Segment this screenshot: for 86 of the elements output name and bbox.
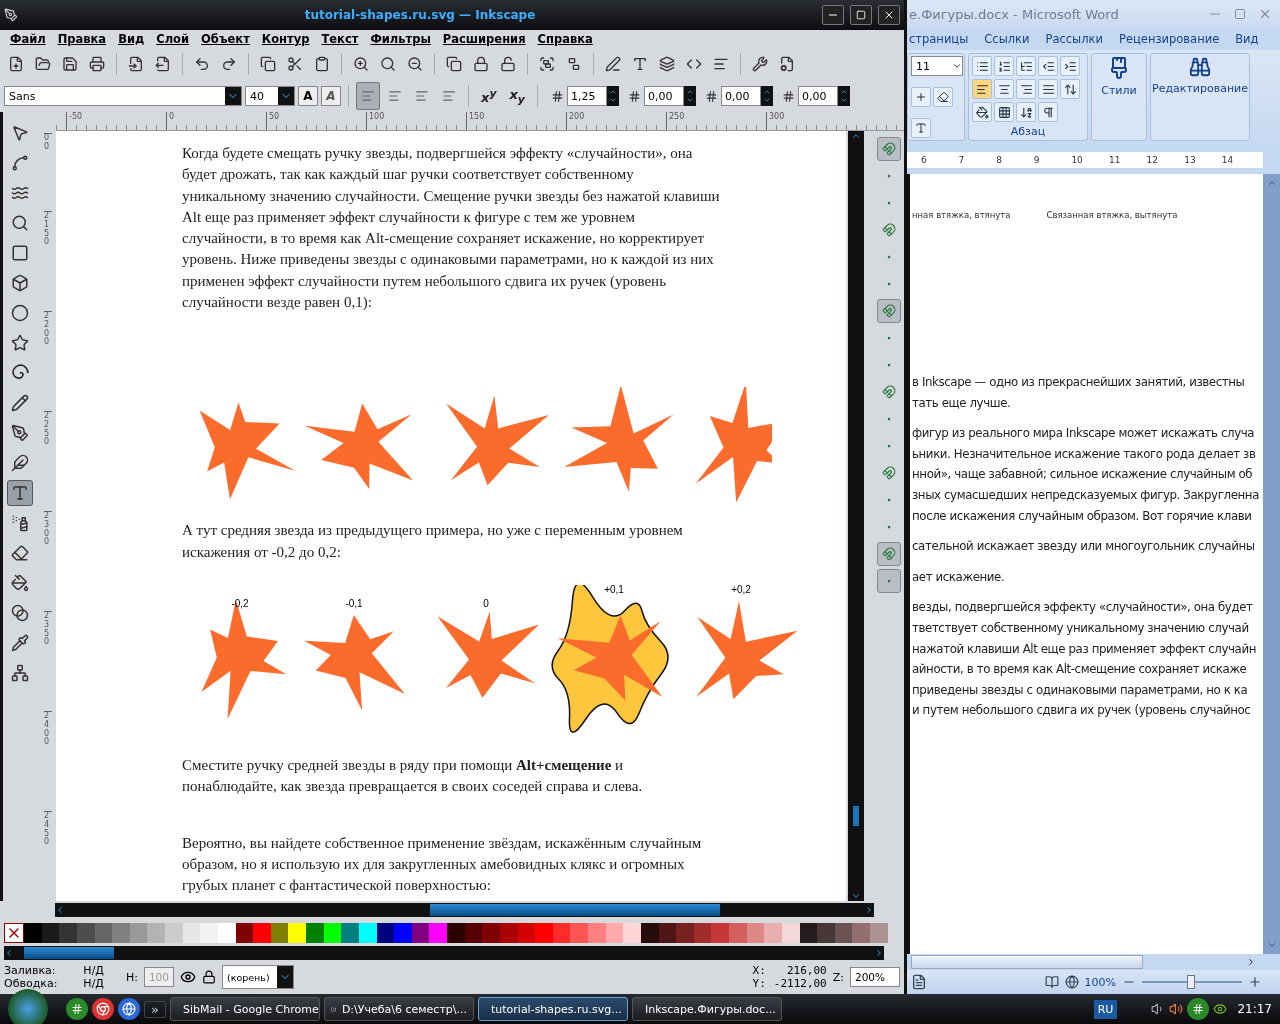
- zoom-field[interactable]: 200%: [850, 967, 900, 987]
- paragraph: А тут средняя звезда из предыдущего примера, но уже с переменным уровнем искажения от -0,2 до 0,2:: [182, 521, 684, 562]
- ruler-label: 00: [44, 133, 52, 211]
- paragraph: Вероятно, вы найдете собственное применение звёздам, искажённым случайным образом, но я использую их для закругленных амебовидных клякс и огромных грубых планет с фантастической поверхностью:: [182, 833, 703, 896]
- star-label: -0,1: [345, 597, 363, 609]
- stroke-value: Н/Д: [83, 977, 104, 990]
- fill-value: Н/Д: [83, 964, 104, 977]
- h-label: H:: [125, 970, 138, 984]
- window-title: е.Фигуры.docx - Microsoft Word: [909, 6, 1120, 22]
- stroke-label: Обводка:: [4, 977, 58, 990]
- ruler-label: 13: [1184, 155, 1197, 165]
- ruler-label: 100: [366, 112, 466, 130]
- ruler-label: 300: [766, 112, 866, 130]
- fill-label: Заливка:: [4, 964, 57, 977]
- caption: Связанная втяжка, вытянута: [1046, 210, 1178, 220]
- menu-item[interactable]: Правка: [53, 32, 115, 46]
- layer-dropdown[interactable]: (корень): [221, 965, 294, 989]
- clock: 21:17: [1237, 1002, 1272, 1016]
- paragraph: ает искажение.: [912, 568, 1006, 586]
- menu-item[interactable]: Файл: [6, 32, 54, 46]
- ruler-label: 2300: [44, 511, 52, 611]
- taskbar-button[interactable]: Inkscape.Фигуры.doc...: [631, 997, 782, 1021]
- caption: нная втяжка, втянута: [912, 210, 1011, 220]
- zoom-label: Z:: [832, 970, 844, 984]
- y-label: Y:: [752, 977, 766, 990]
- ruler-label: 250: [666, 112, 766, 130]
- ruler-label: 2200: [44, 311, 52, 411]
- ruler-label: 11: [1108, 155, 1122, 165]
- paragraph: Когда будете смещать ручку звезды, подвергшейся эффекту «случайности», она будет дрожать, так как каждый шаг ручки соответствует собственному уникальному значению случайности. Смещение ручки звезды без нажатой клавиши Alt еще раз применяет эффект случайности к фигуре с тем же уровнем случайности, в то время как Alt-смещение сохраняет искажение, но корректирует уровень. Ниже приведены звезды с одинаковыми параметрами, но к каждой из них применен эффект случайности путем небольшого сдвига их ручек (уровень случайности везде равен 0,1):: [182, 144, 721, 313]
- font-family-field[interactable]: Sans: [4, 86, 242, 106]
- ruler-label: 150: [466, 112, 566, 130]
- more-button[interactable]: »: [144, 1000, 166, 1018]
- x-label: X:: [752, 964, 766, 977]
- ruler-label: 2400: [44, 711, 52, 811]
- paragraph: фигур из реального мира Inkscape может искажать случа ьники. Незначительное искажение такого рода делает зв нной», чаще забавной; сильное искажение случайным об зных сумасшедших непредсказуемых фигур. Закругленна после искажения случайным образом. Вот горячие клави: [912, 425, 1260, 525]
- star-label: +0,2: [731, 584, 751, 595]
- ruler-label: 12: [1146, 155, 1159, 165]
- ribbon-tab[interactable]: Рассылки: [1045, 32, 1103, 46]
- ruler-label: 2250: [44, 411, 52, 511]
- taskbar-button[interactable]: D:\Учеба\6 семестр\...: [323, 997, 474, 1021]
- ruler-label: 0: [166, 112, 266, 130]
- ribbon-tab[interactable]: Вид: [1235, 32, 1259, 46]
- superscript-button[interactable]: x$^{y}$: [476, 86, 502, 106]
- paragraph: в Inkscape — одно из прекраснейших занятий, известны тать еще лучше.: [912, 374, 1246, 412]
- star-label: 0: [483, 597, 489, 609]
- ruler-label: 14: [1221, 155, 1235, 165]
- menu-item[interactable]: Вид: [114, 32, 153, 46]
- ribbon-tab[interactable]: Рецензирование: [1118, 32, 1220, 46]
- taskbar-button[interactable]: tutorial-shapes.ru.svg...: [477, 997, 628, 1021]
- ruler-label: 2150: [44, 211, 52, 311]
- window-title: tutorial-shapes.ru.svg — Inkscape: [303, 8, 537, 22]
- menu-item[interactable]: Справка: [533, 32, 601, 46]
- ruler-label: 200: [566, 112, 666, 130]
- font-size-field[interactable]: 11: [911, 56, 963, 76]
- font-size-field[interactable]: 40: [245, 86, 295, 106]
- ruler-label: 2450: [44, 811, 52, 911]
- language-indicator[interactable]: RU: [1093, 999, 1118, 1019]
- menu-item[interactable]: Контур: [257, 32, 318, 46]
- ruler-label: 10: [1071, 155, 1084, 165]
- menu-item[interactable]: Расширения: [438, 32, 534, 46]
- group-label: Абзац: [1009, 125, 1047, 138]
- ruler-label: -50: [66, 112, 166, 130]
- star-label: +0,1: [604, 584, 624, 595]
- menu-item[interactable]: Слой: [152, 32, 198, 46]
- bold-button[interactable]: A: [298, 86, 318, 106]
- paragraph: Сместите ручку средней звезды в ряду при помощи Alt+смещение и понаблюдайте, как звезда превращается в своих соседей справа и слева.: [182, 755, 644, 797]
- paragraph: везды, подвергшейся эффекту «случайности», она будет тветствует собственному уникальному значению случай нажатой клавиши Alt еще раз применяет эффект случайн айности, в то время как Alt-смещение сохраняет искаже приведены звезды с одинаковыми параметрами, но к ка и путем небольшого сдвига их ручек (уровень случайнос: [912, 599, 1258, 720]
- paragraph: сательной искажает звезду или многоугольник случайны: [912, 538, 1256, 556]
- ribbon-tab[interactable]: страницы: [909, 32, 969, 46]
- menu-item[interactable]: Объект: [197, 32, 258, 46]
- ruler-label: 7: [958, 155, 966, 165]
- menu-item[interactable]: Текст: [317, 32, 367, 46]
- x-coordinate: 216,00: [786, 964, 827, 977]
- star-label: -0,2: [231, 597, 249, 609]
- ruler-label: 50: [266, 112, 366, 130]
- ruler-label: 2350: [44, 611, 52, 711]
- subscript-button[interactable]: x$_{y}$: [504, 86, 530, 106]
- menu-item[interactable]: Фильтры: [366, 32, 439, 46]
- ruler-label: 6: [921, 155, 928, 165]
- italic-button[interactable]: A: [321, 86, 341, 106]
- ribbon-tab[interactable]: Ссылки: [984, 32, 1030, 46]
- y-coordinate: -2112,00: [773, 977, 827, 990]
- ruler-label: 9: [1033, 155, 1041, 165]
- taskbar-button[interactable]: SibMail - Google Chrome: [169, 997, 320, 1021]
- zoom-level: 100%: [1084, 975, 1116, 989]
- ruler-label: 8: [996, 155, 1003, 165]
